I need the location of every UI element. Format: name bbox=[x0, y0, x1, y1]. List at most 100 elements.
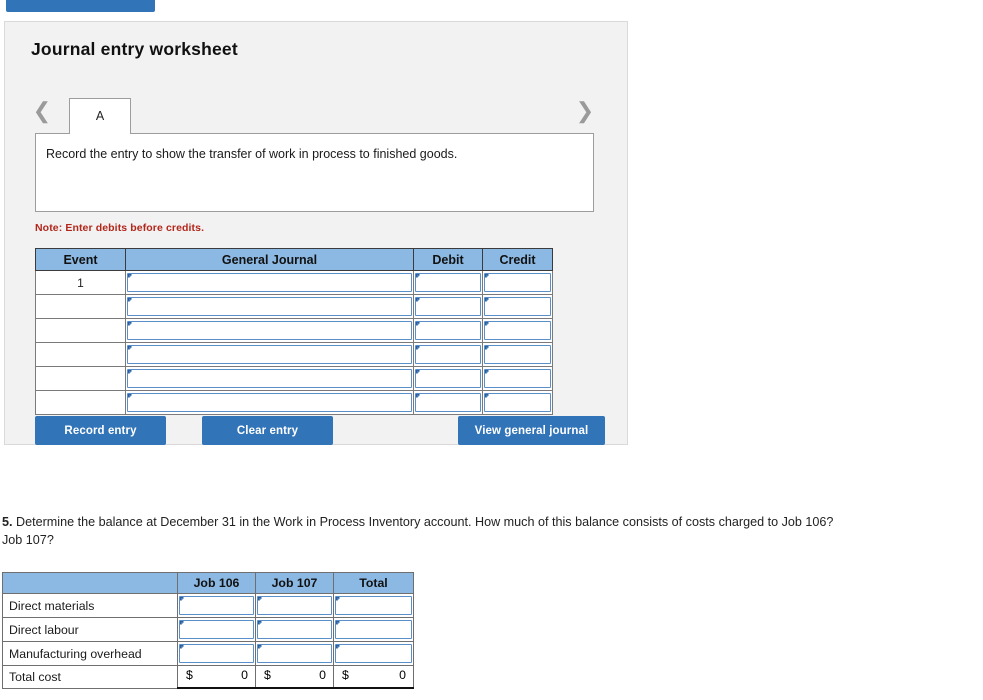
event-number-cell bbox=[35, 318, 126, 343]
journal-table-header-row: Event General Journal Debit Credit bbox=[35, 248, 553, 271]
credit-input-cell[interactable] bbox=[482, 270, 553, 295]
column-header-job-107: Job 107 bbox=[255, 572, 334, 594]
table-row: Direct materials bbox=[2, 593, 414, 618]
debit-input[interactable] bbox=[415, 321, 481, 340]
currency-symbol: $ bbox=[342, 668, 349, 682]
debit-input-cell[interactable] bbox=[413, 390, 483, 415]
table-row: Manufacturing overhead bbox=[2, 641, 414, 666]
debit-input-cell[interactable] bbox=[413, 366, 483, 391]
column-header-total: Total bbox=[333, 572, 414, 594]
currency-symbol: $ bbox=[264, 668, 271, 682]
general-journal-input-cell[interactable] bbox=[125, 294, 414, 319]
column-header-event: Event bbox=[35, 248, 126, 271]
total-cost-job106-value: 0 bbox=[241, 668, 248, 682]
total-input-cell[interactable] bbox=[333, 593, 414, 618]
credit-input-cell[interactable] bbox=[482, 294, 553, 319]
row-label-manufacturing-overhead: Manufacturing overhead bbox=[2, 641, 178, 666]
total-input[interactable] bbox=[335, 620, 412, 639]
job107-input[interactable] bbox=[257, 620, 332, 639]
job107-input[interactable] bbox=[257, 596, 332, 615]
debit-input[interactable] bbox=[415, 273, 481, 292]
debits-before-credits-note: Note: Enter debits before credits. bbox=[35, 222, 205, 234]
credit-input-cell[interactable] bbox=[482, 342, 553, 367]
general-journal-input[interactable] bbox=[127, 393, 412, 412]
total-input[interactable] bbox=[335, 596, 412, 615]
debit-input[interactable] bbox=[415, 297, 481, 316]
job107-input-cell[interactable] bbox=[255, 617, 334, 642]
total-cost-total-cell: $ 0 bbox=[333, 665, 414, 689]
total-input-cell[interactable] bbox=[333, 641, 414, 666]
journal-entry-table: Event General Journal Debit Credit 1 bbox=[35, 248, 553, 415]
question-5: 5. Determine the balance at December 31 … bbox=[2, 513, 840, 550]
event-number-cell bbox=[35, 366, 126, 391]
credit-input[interactable] bbox=[484, 393, 551, 412]
debit-input-cell[interactable] bbox=[413, 318, 483, 343]
job106-input-cell[interactable] bbox=[177, 593, 256, 618]
job106-input[interactable] bbox=[179, 644, 254, 663]
general-journal-input[interactable] bbox=[127, 345, 412, 364]
tab-a[interactable]: A bbox=[69, 98, 131, 134]
column-header-blank bbox=[2, 572, 178, 594]
view-general-journal-button[interactable]: View general journal bbox=[458, 416, 605, 445]
table-row bbox=[35, 390, 553, 415]
table-row: 1 bbox=[35, 270, 553, 295]
debit-input-cell[interactable] bbox=[413, 294, 483, 319]
table-row bbox=[35, 366, 553, 391]
general-journal-input[interactable] bbox=[127, 273, 412, 292]
credit-input[interactable] bbox=[484, 369, 551, 388]
table-row-total: Total cost $ 0 $ 0 $ 0 bbox=[2, 665, 414, 689]
general-journal-input[interactable] bbox=[127, 369, 412, 388]
column-header-general-journal: General Journal bbox=[125, 248, 414, 271]
total-input-cell[interactable] bbox=[333, 617, 414, 642]
general-journal-input[interactable] bbox=[127, 321, 412, 340]
credit-input[interactable] bbox=[484, 273, 551, 292]
event-number-cell bbox=[35, 342, 126, 367]
clear-entry-button[interactable]: Clear entry bbox=[202, 416, 333, 445]
debit-input[interactable] bbox=[415, 369, 481, 388]
tab-strip: ❮ A ❯ bbox=[31, 92, 596, 134]
currency-symbol: $ bbox=[186, 668, 193, 682]
chevron-right-icon[interactable]: ❯ bbox=[574, 97, 596, 127]
job107-input-cell[interactable] bbox=[255, 641, 334, 666]
job106-input-cell[interactable] bbox=[177, 641, 256, 666]
table-row bbox=[35, 342, 553, 367]
record-entry-button[interactable]: Record entry bbox=[35, 416, 166, 445]
general-journal-input-cell[interactable] bbox=[125, 270, 414, 295]
work-in-process-cost-table: Job 106 Job 107 Total Direct materials D… bbox=[2, 572, 414, 689]
top-clipped-button[interactable] bbox=[6, 0, 155, 12]
debit-input[interactable] bbox=[415, 393, 481, 412]
job106-input-cell[interactable] bbox=[177, 617, 256, 642]
column-header-job-106: Job 106 bbox=[177, 572, 256, 594]
row-label-total-cost: Total cost bbox=[2, 665, 178, 689]
instruction-box: Record the entry to show the transfer of… bbox=[35, 133, 594, 212]
event-number-cell bbox=[35, 294, 126, 319]
credit-input-cell[interactable] bbox=[482, 366, 553, 391]
table-row bbox=[35, 318, 553, 343]
table-row bbox=[35, 294, 553, 319]
total-cost-total-value: 0 bbox=[399, 668, 406, 682]
job107-input-cell[interactable] bbox=[255, 593, 334, 618]
row-label-direct-labour: Direct labour bbox=[2, 617, 178, 642]
chevron-left-icon[interactable]: ❮ bbox=[31, 97, 53, 127]
column-header-debit: Debit bbox=[413, 248, 483, 271]
job106-input[interactable] bbox=[179, 620, 254, 639]
general-journal-input-cell[interactable] bbox=[125, 342, 414, 367]
credit-input-cell[interactable] bbox=[482, 318, 553, 343]
debit-input-cell[interactable] bbox=[413, 342, 483, 367]
total-cost-job107-value: 0 bbox=[319, 668, 326, 682]
total-input[interactable] bbox=[335, 644, 412, 663]
credit-input[interactable] bbox=[484, 297, 551, 316]
credit-input[interactable] bbox=[484, 345, 551, 364]
credit-input[interactable] bbox=[484, 321, 551, 340]
credit-input-cell[interactable] bbox=[482, 390, 553, 415]
job107-input[interactable] bbox=[257, 644, 332, 663]
total-cost-job107-cell: $ 0 bbox=[255, 665, 334, 689]
general-journal-input-cell[interactable] bbox=[125, 390, 414, 415]
general-journal-input-cell[interactable] bbox=[125, 366, 414, 391]
general-journal-input-cell[interactable] bbox=[125, 318, 414, 343]
job106-input[interactable] bbox=[179, 596, 254, 615]
debit-input-cell[interactable] bbox=[413, 270, 483, 295]
journal-entry-worksheet-card: Journal entry worksheet ❮ A ❯ Record the… bbox=[4, 21, 628, 445]
debit-input[interactable] bbox=[415, 345, 481, 364]
general-journal-input[interactable] bbox=[127, 297, 412, 316]
